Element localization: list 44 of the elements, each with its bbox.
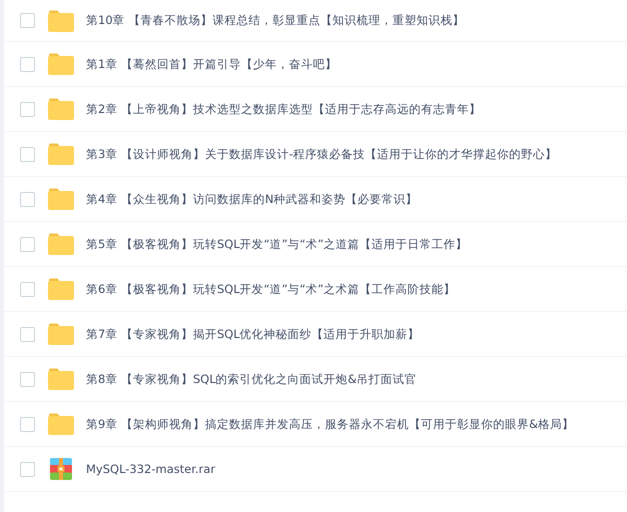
folder-icon (48, 368, 74, 390)
folder-icon (48, 53, 74, 75)
folder-icon (48, 278, 74, 300)
folder-icon (48, 233, 74, 255)
file-name[interactable]: 第5章 【极客视角】玩转SQL开发“道”与“术”之道篇【适用于日常工作】 (86, 236, 468, 252)
file-row[interactable]: 第9章 【架构师视角】搞定数据库并发高压，服务器永不宕机【可用于彰显你的眼界&格局】 (4, 402, 627, 447)
file-row[interactable]: 第10章 【青春不散场】课程总结，彰显重点【知识梳理，重塑知识栈】 (4, 0, 627, 42)
checkbox[interactable] (20, 462, 35, 476)
file-name[interactable]: 第1章 【蓦然回首】开篇引导【少年，奋斗吧】 (86, 56, 337, 72)
file-name[interactable]: 第4章 【众生视角】访问数据库的N种武器和姿势【必要常识】 (86, 192, 418, 206)
checkbox[interactable] (20, 372, 35, 386)
archive-icon (50, 458, 72, 480)
folder-icon (48, 143, 74, 165)
checkbox[interactable] (20, 236, 35, 252)
checkbox[interactable] (20, 56, 35, 72)
folder-icon (48, 413, 74, 435)
folder-icon (48, 98, 74, 120)
checkbox[interactable] (20, 102, 35, 116)
file-name[interactable]: 第7章 【专家视角】揭开SQL优化神秘面纱【适用于升职加薪】 (86, 326, 420, 342)
file-row[interactable]: 第2章 【上帝视角】技术选型之数据库选型【适用于志存高远的有志青年】 (4, 87, 627, 132)
file-row[interactable]: 第8章 【专家视角】SQL的索引优化之向面试开炮&吊打面试官 (4, 357, 627, 402)
file-name[interactable]: 第9章 【架构师视角】搞定数据库并发高压，服务器永不宕机【可用于彰显你的眼界&格局】 (86, 416, 574, 432)
file-name[interactable]: 第2章 【上帝视角】技术选型之数据库选型【适用于志存高远的有志青年】 (86, 102, 481, 116)
folder-icon (48, 10, 74, 32)
folder-icon (48, 188, 74, 210)
file-name[interactable]: 第6章 【极客视角】玩转SQL开发“道”与“术”之术篇【工作高阶技能】 (86, 282, 456, 296)
file-name[interactable]: 第8章 【专家视角】SQL的索引优化之向面试开炮&吊打面试官 (86, 372, 417, 386)
file-row[interactable]: 第6章 【极客视角】玩转SQL开发“道”与“术”之术篇【工作高阶技能】 (4, 267, 627, 312)
file-row[interactable]: 第4章 【众生视角】访问数据库的N种武器和姿势【必要常识】 (4, 177, 627, 222)
file-row[interactable]: 第1章 【蓦然回首】开篇引导【少年，奋斗吧】 (4, 42, 627, 87)
file-row[interactable]: MySQL-332-master.rar (4, 447, 627, 492)
checkbox[interactable] (20, 416, 35, 432)
checkbox[interactable] (20, 146, 35, 162)
file-row[interactable]: 第3章 【设计师视角】关于数据库设计-程序猿必备技【适用于让你的才华撑起你的野心】 (4, 132, 627, 177)
file-row[interactable]: 第7章 【专家视角】揭开SQL优化神秘面纱【适用于升职加薪】 (4, 312, 627, 357)
file-row[interactable]: 第5章 【极客视角】玩转SQL开发“道”与“术”之道篇【适用于日常工作】 (4, 222, 627, 267)
file-name[interactable]: 第10章 【青春不散场】课程总结，彰显重点【知识梳理，重塑知识栈】 (86, 13, 464, 28)
checkbox[interactable] (20, 326, 35, 342)
file-name[interactable]: 第3章 【设计师视角】关于数据库设计-程序猿必备技【适用于让你的才华撑起你的野心】 (86, 146, 558, 162)
folder-icon (48, 323, 74, 345)
file-name[interactable]: MySQL-332-master.rar (86, 462, 216, 476)
checkbox[interactable] (20, 282, 35, 296)
checkbox[interactable] (20, 192, 35, 206)
checkbox[interactable] (20, 13, 35, 28)
